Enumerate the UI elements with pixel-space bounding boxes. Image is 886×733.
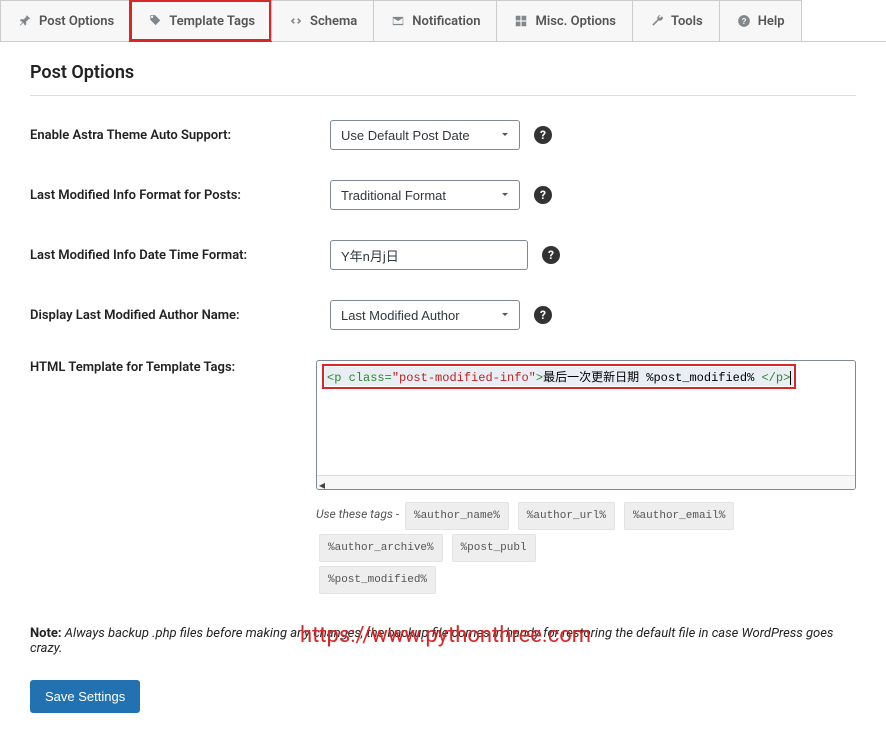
grid-icon: [513, 13, 529, 29]
tab-notification[interactable]: Notification: [373, 0, 496, 41]
section-title: Post Options: [30, 62, 856, 96]
select-author[interactable]: Last Modified Author: [330, 300, 520, 330]
input-datetime-format[interactable]: [330, 240, 528, 270]
help-icon[interactable]: ?: [534, 126, 552, 144]
tag-icon: [147, 13, 163, 29]
wrench-icon: [649, 13, 665, 29]
tab-label: Tools: [671, 14, 703, 29]
tag-chip[interactable]: %post_publ: [452, 534, 536, 562]
watermark-url: https://www.pythonthree.com: [300, 623, 591, 648]
save-settings-button[interactable]: Save Settings: [30, 680, 140, 713]
tab-label: Notification: [412, 14, 480, 29]
tab-help[interactable]: ? Help: [719, 0, 802, 41]
tabs-bar: Post Options Template Tags Schema Notifi…: [0, 0, 886, 42]
tab-label: Template Tags: [169, 14, 255, 29]
template-tag-help: Use these tags - %author_name% %author_u…: [316, 500, 856, 596]
help-icon[interactable]: ?: [542, 246, 560, 264]
html-template-editor[interactable]: <p class="post-modified-info">最后一次更新日期 %…: [316, 360, 856, 490]
scroll-left-icon[interactable]: ◂: [319, 478, 330, 488]
field-label-astra: Enable Astra Theme Auto Support:: [30, 128, 330, 143]
tag-chip[interactable]: %author_name%: [405, 502, 509, 530]
tab-tools[interactable]: Tools: [632, 0, 719, 41]
tag-chip[interactable]: %author_email%: [624, 502, 734, 530]
horizontal-scrollbar[interactable]: ◂: [317, 475, 855, 489]
help-icon[interactable]: ?: [534, 186, 552, 204]
field-label-datetime: Last Modified Info Date Time Format:: [30, 248, 330, 263]
tab-label: Schema: [310, 14, 357, 29]
select-astra[interactable]: Use Default Post Date: [330, 120, 520, 150]
tab-label: Post Options: [39, 14, 114, 29]
mail-icon: [390, 13, 406, 29]
help-icon[interactable]: ?: [534, 306, 552, 324]
field-label-format: Last Modified Info Format for Posts:: [30, 188, 330, 203]
tag-chip[interactable]: %author_url%: [518, 502, 615, 530]
tag-chip[interactable]: %author_archive%: [319, 534, 443, 562]
tab-label: Misc. Options: [535, 14, 615, 29]
help-icon: ?: [736, 13, 752, 29]
tab-template-tags[interactable]: Template Tags: [130, 0, 271, 41]
field-label-template: HTML Template for Template Tags:: [30, 360, 316, 375]
code-icon: [288, 13, 304, 29]
tab-misc-options[interactable]: Misc. Options: [496, 0, 631, 41]
tab-schema[interactable]: Schema: [271, 0, 373, 41]
select-format[interactable]: Traditional Format: [330, 180, 520, 210]
tab-post-options[interactable]: Post Options: [0, 0, 130, 41]
tab-label: Help: [758, 14, 785, 29]
pin-icon: [17, 13, 33, 29]
svg-text:?: ?: [741, 17, 746, 26]
tag-chip[interactable]: %post_modified%: [319, 566, 436, 594]
field-label-author: Display Last Modified Author Name:: [30, 308, 330, 323]
